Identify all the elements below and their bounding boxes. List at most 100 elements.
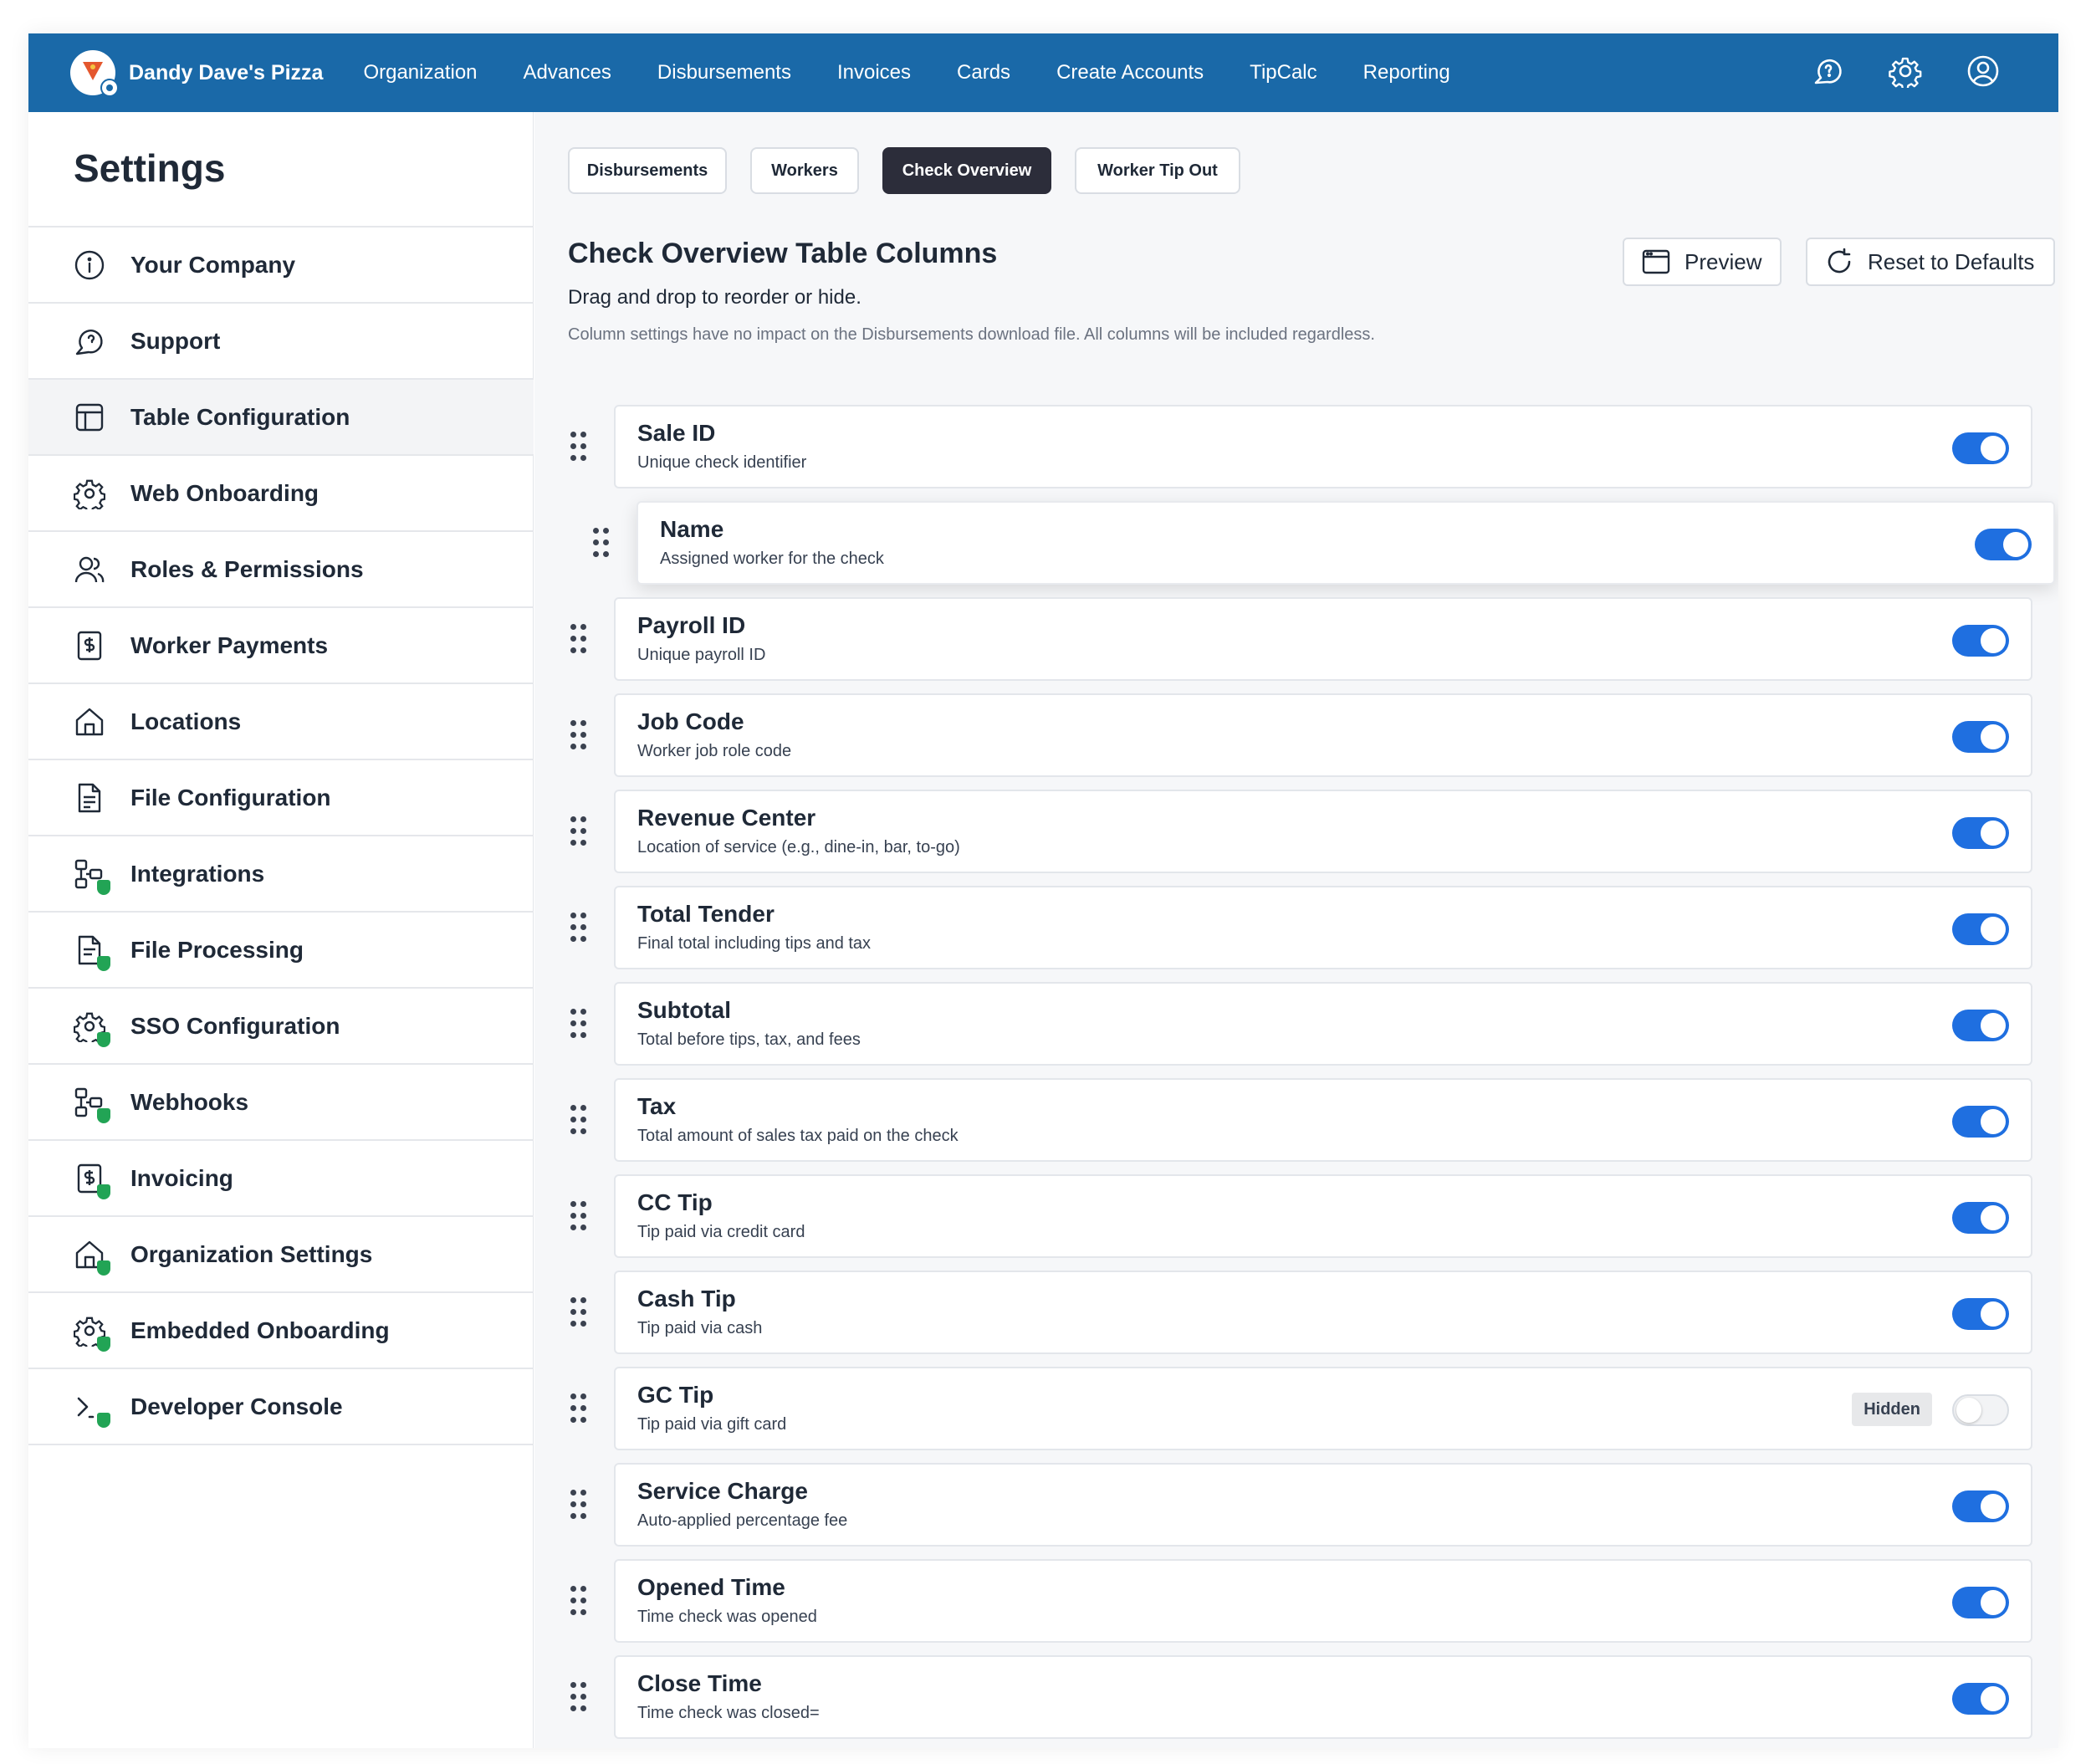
sidebar-item-webhooks[interactable]: Webhooks: [28, 1065, 534, 1141]
visibility-toggle[interactable]: [1952, 1490, 2009, 1522]
pizza-logo-icon: [70, 50, 119, 97]
sidebar-item-file-configuration[interactable]: File Configuration: [28, 760, 534, 836]
column-name: Job Code: [637, 708, 744, 734]
column-card: Total Tender Final total including tips a…: [614, 886, 2032, 969]
column-card: Tax Total amount of sales tax paid on the…: [614, 1078, 2032, 1162]
visibility-toggle[interactable]: [1952, 1587, 2009, 1618]
column-description: Location of service (e.g., dine-in, bar,…: [637, 838, 960, 856]
column-row[interactable]: Total Tender Final total including tips a…: [534, 886, 2058, 969]
user-icon[interactable]: [1966, 54, 2000, 88]
sidebar-item-your-company[interactable]: Your Company: [28, 228, 534, 304]
visibility-toggle[interactable]: [1952, 817, 2009, 849]
drag-handle-icon[interactable]: [570, 1490, 587, 1520]
admin-shield-icon: [97, 1412, 110, 1428]
visibility-toggle[interactable]: [1952, 721, 2009, 753]
sidebar-item-label: File Configuration: [130, 784, 331, 810]
visibility-toggle[interactable]: [1952, 1010, 2009, 1041]
column-description: Auto-applied percentage fee: [637, 1511, 848, 1530]
reset-defaults-button[interactable]: Reset to Defaults: [1806, 238, 2055, 286]
sidebar-item-label: Embedded Onboarding: [130, 1317, 390, 1343]
nav-create-accounts[interactable]: Create Accounts: [1056, 61, 1204, 84]
column-name: Subtotal: [637, 997, 731, 1023]
column-row[interactable]: Tax Total amount of sales tax paid on the…: [534, 1078, 2058, 1162]
tab-workers[interactable]: Workers: [750, 147, 859, 194]
column-name: Payroll ID: [637, 612, 746, 638]
column-description: Worker job role code: [637, 742, 792, 760]
column-name: GC Tip: [637, 1382, 714, 1408]
toggle-knob: [1981, 1686, 2006, 1711]
nav-tipcalc[interactable]: TipCalc: [1250, 61, 1316, 84]
drag-handle-icon[interactable]: [570, 1682, 587, 1712]
sidebar-item-table-configuration[interactable]: Table Configuration: [28, 380, 534, 456]
tab-check-overview[interactable]: Check Overview: [882, 147, 1051, 194]
nav-disbursements[interactable]: Disbursements: [657, 61, 791, 84]
nav-reporting[interactable]: Reporting: [1363, 61, 1450, 84]
sidebar-item-file-processing[interactable]: File Processing: [28, 913, 534, 989]
toggle-knob: [2003, 532, 2028, 557]
nav-cards[interactable]: Cards: [957, 61, 1010, 84]
column-row[interactable]: Opened Time Time check was opened: [534, 1559, 2058, 1643]
sidebar-item-label: Webhooks: [130, 1088, 249, 1115]
sidebar-item-embedded-onboarding[interactable]: Embedded Onboarding: [28, 1293, 534, 1369]
column-row[interactable]: Sale ID Unique check identifier: [534, 405, 2058, 488]
drag-handle-icon[interactable]: [570, 1297, 587, 1327]
sidebar-item-locations[interactable]: Locations: [28, 684, 534, 760]
drag-handle-icon[interactable]: [570, 816, 587, 846]
drag-handle-icon[interactable]: [570, 1009, 587, 1039]
column-row[interactable]: Name Assigned worker for the check: [534, 501, 2058, 585]
drag-handle-icon[interactable]: [593, 528, 610, 558]
sidebar-item-sso-configuration[interactable]: SSO Configuration: [28, 989, 534, 1065]
brand[interactable]: Dandy Dave's Pizza: [70, 50, 323, 97]
visibility-toggle[interactable]: [1952, 625, 2009, 657]
column-row[interactable]: GC Tip Tip paid via gift card Hidden: [534, 1367, 2058, 1450]
drag-handle-icon[interactable]: [570, 913, 587, 943]
admin-shield-icon: [97, 1184, 110, 1199]
column-row[interactable]: Service Charge Auto-applied percentage fe…: [534, 1463, 2058, 1547]
nav-organization[interactable]: Organization: [363, 61, 477, 84]
main-content: Disbursements Workers Check Overview Wor…: [534, 112, 2058, 1748]
column-row[interactable]: Job Code Worker job role code: [534, 693, 2058, 777]
visibility-toggle[interactable]: [1952, 432, 2009, 464]
tab-worker-tip-out[interactable]: Worker Tip Out: [1075, 147, 1240, 194]
visibility-toggle[interactable]: [1952, 1202, 2009, 1234]
sidebar-item-integrations[interactable]: Integrations: [28, 836, 534, 913]
drag-handle-icon[interactable]: [570, 1201, 587, 1231]
column-row[interactable]: CC Tip Tip paid via credit card: [534, 1174, 2058, 1258]
sidebar-item-organization-settings[interactable]: Organization Settings: [28, 1217, 534, 1293]
tab-disbursements[interactable]: Disbursements: [568, 147, 727, 194]
sidebar-item-roles-permissions[interactable]: Roles & Permissions: [28, 532, 534, 608]
column-name: Cash Tip: [637, 1286, 736, 1311]
preview-button[interactable]: Preview: [1623, 238, 1782, 286]
drag-handle-icon[interactable]: [570, 1105, 587, 1135]
nav-advances[interactable]: Advances: [524, 61, 611, 84]
drag-handle-icon[interactable]: [570, 624, 587, 654]
drag-handle-icon[interactable]: [570, 1393, 587, 1424]
column-row[interactable]: Cash Tip Tip paid via cash: [534, 1271, 2058, 1354]
toggle-knob: [1981, 1013, 2006, 1038]
sidebar-item-invoicing[interactable]: Invoicing: [28, 1141, 534, 1217]
visibility-toggle[interactable]: [1952, 1298, 2009, 1330]
drag-handle-icon[interactable]: [570, 1586, 587, 1616]
column-row[interactable]: Payroll ID Unique payroll ID: [534, 597, 2058, 681]
drag-handle-icon[interactable]: [570, 720, 587, 750]
support-icon[interactable]: [1811, 54, 1844, 88]
column-row[interactable]: Subtotal Total before tips, tax, and fees: [534, 982, 2058, 1066]
sidebar-item-worker-payments[interactable]: Worker Payments: [28, 608, 534, 684]
column-row[interactable]: Revenue Center Location of service (e.g.,…: [534, 790, 2058, 873]
drag-handle-icon[interactable]: [570, 432, 587, 462]
visibility-toggle[interactable]: [1952, 913, 2009, 945]
document-icon: [74, 934, 110, 971]
visibility-toggle[interactable]: [1952, 1394, 2009, 1426]
sidebar-item-web-onboarding[interactable]: Web Onboarding: [28, 456, 534, 532]
visibility-toggle[interactable]: [1952, 1683, 2009, 1715]
visibility-toggle[interactable]: [1975, 529, 2032, 560]
admin-shield-icon: [97, 1107, 110, 1123]
toggle-knob: [1981, 724, 2006, 749]
column-row[interactable]: Close Time Time check was closed=: [534, 1655, 2058, 1739]
gear-icon: [73, 1010, 110, 1047]
visibility-toggle[interactable]: [1952, 1106, 2009, 1138]
gear-icon[interactable]: [1889, 54, 1922, 88]
nav-invoices[interactable]: Invoices: [837, 61, 911, 84]
sidebar-item-developer-console[interactable]: Developer Console: [28, 1369, 534, 1445]
sidebar-item-support[interactable]: Support: [28, 304, 534, 380]
